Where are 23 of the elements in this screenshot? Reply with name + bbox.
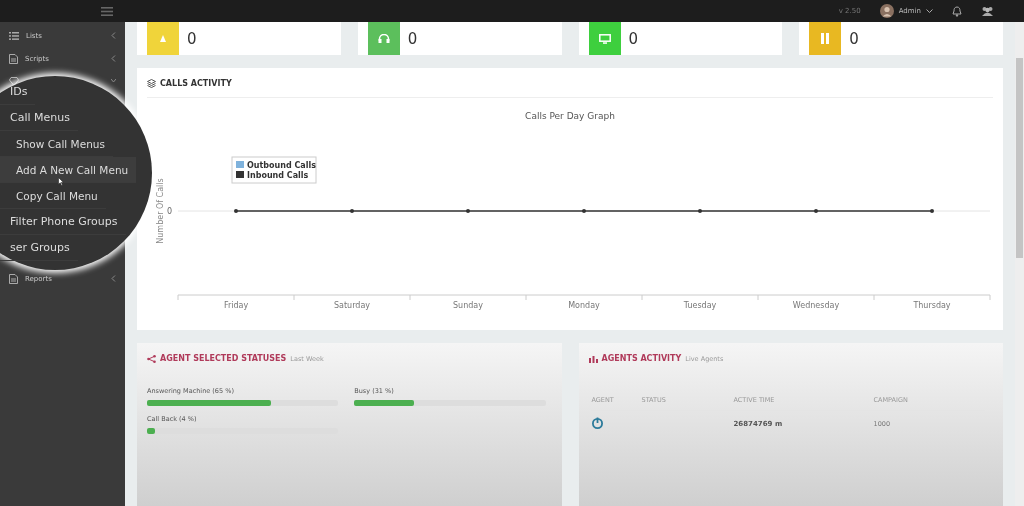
y-tick-label: 0 bbox=[166, 207, 172, 216]
chart-legend: Outbound Calls Inbound Calls bbox=[231, 156, 317, 184]
card-title: CALLS ACTIVITY bbox=[160, 79, 232, 88]
menu-item[interactable]: IDs bbox=[0, 79, 36, 105]
menu-item[interactable]: Call Menus bbox=[0, 105, 78, 131]
x-tick-label: Saturday bbox=[333, 301, 371, 310]
menu-item[interactable]: Filter Phone Groups bbox=[0, 209, 126, 235]
x-tick-label: Tuesday bbox=[683, 301, 717, 310]
y-axis-label: Number Of Calls bbox=[156, 178, 165, 244]
menu-item[interactable]: Add A New Call Menu bbox=[0, 157, 137, 183]
stat-value: 0 bbox=[407, 29, 418, 48]
card-title: AGENTS ACTIVITY bbox=[601, 354, 682, 363]
chart-title: Calls Per Day Graph bbox=[524, 111, 616, 121]
x-tick-label: Sunday bbox=[453, 301, 483, 310]
x-tick-label: Wednesday bbox=[792, 301, 840, 310]
x-tick-label: Monday bbox=[568, 301, 600, 310]
x-tick-label: Friday bbox=[223, 301, 249, 310]
x-tick-label: Thursday bbox=[913, 301, 951, 310]
menu-item[interactable]: ser Groups bbox=[0, 235, 78, 261]
stat-value: 0 bbox=[628, 29, 639, 48]
card-title: AGENT SELECTED STATUSES bbox=[160, 354, 287, 363]
stat-value: 0 bbox=[849, 29, 859, 48]
stat-value: 0 bbox=[187, 29, 197, 48]
